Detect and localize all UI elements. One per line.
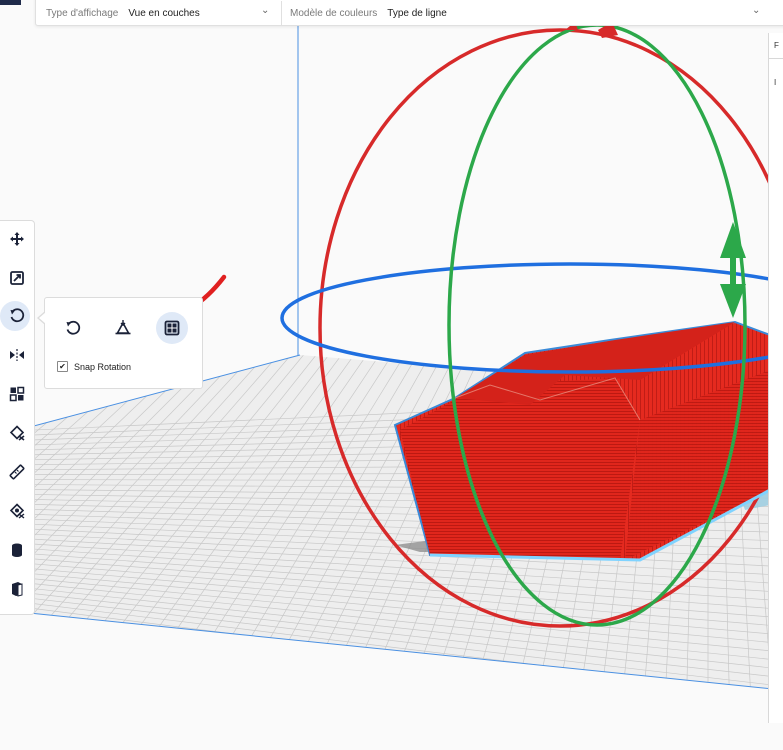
per-model-settings-icon — [9, 386, 25, 402]
view-type-value: Vue en couches — [128, 7, 200, 19]
cube-tool-button[interactable] — [0, 573, 34, 605]
print-settings-panel: F I — [768, 33, 783, 723]
select-face-to-align-button[interactable] — [156, 312, 188, 344]
app-header-corner — [0, 0, 21, 5]
divider — [281, 1, 282, 25]
cylinder-tool-button[interactable] — [0, 534, 34, 566]
popup-arrow-inner — [39, 312, 46, 324]
check-icon: ✔ — [57, 361, 68, 372]
view-type-dropdown[interactable]: Type d'affichage Vue en couches — [46, 1, 200, 25]
reset-rotation-button[interactable] — [57, 312, 89, 344]
custom-supports-icon — [9, 503, 25, 519]
mirror-tool-button[interactable] — [0, 339, 34, 371]
rotate-tool-panel: ✔ Snap Rotation — [44, 297, 203, 389]
chevron-down-icon[interactable]: ⌄ — [261, 5, 269, 16]
cylinder-icon — [12, 543, 22, 557]
measure-tool-button[interactable] — [0, 456, 34, 488]
move-icon — [10, 232, 24, 246]
support-blocker-icon — [9, 425, 25, 441]
rotate-icon — [10, 308, 25, 323]
view-options-bar: Type d'affichage Vue en couches ⌄ Modèle… — [35, 0, 783, 26]
ruler-icon — [9, 464, 25, 480]
lay-flat-button[interactable] — [107, 312, 139, 344]
chevron-down-icon[interactable]: ⌄ — [752, 5, 760, 16]
reset-rotation-icon — [66, 320, 81, 335]
custom-supports-tool-button[interactable] — [0, 495, 34, 527]
scale-icon — [10, 271, 24, 285]
panel-tab[interactable]: F — [769, 33, 783, 59]
rotate-tool-button[interactable] — [0, 300, 34, 332]
lay-flat-icon — [115, 320, 131, 335]
snap-rotation-label: Snap Rotation — [74, 361, 132, 372]
cube-icon — [12, 582, 23, 597]
support-blocker-tool-button[interactable] — [0, 417, 34, 449]
move-tool-button[interactable] — [0, 223, 34, 255]
snap-rotation-checkbox[interactable]: ✔ Snap Rotation — [57, 361, 131, 372]
view-type-label: Type d'affichage — [46, 7, 119, 19]
align-face-icon — [164, 320, 180, 336]
color-model-value: Type de ligne — [387, 7, 447, 19]
left-toolbar — [0, 220, 35, 615]
scale-tool-button[interactable] — [0, 262, 34, 294]
panel-item-label: I — [774, 78, 777, 87]
mirror-icon — [10, 349, 24, 361]
per-model-settings-tool-button[interactable] — [0, 378, 34, 410]
color-model-dropdown[interactable]: Modèle de couleurs Type de ligne — [290, 1, 447, 25]
panel-tab-label: F — [774, 41, 779, 50]
color-model-label: Modèle de couleurs — [290, 7, 378, 19]
